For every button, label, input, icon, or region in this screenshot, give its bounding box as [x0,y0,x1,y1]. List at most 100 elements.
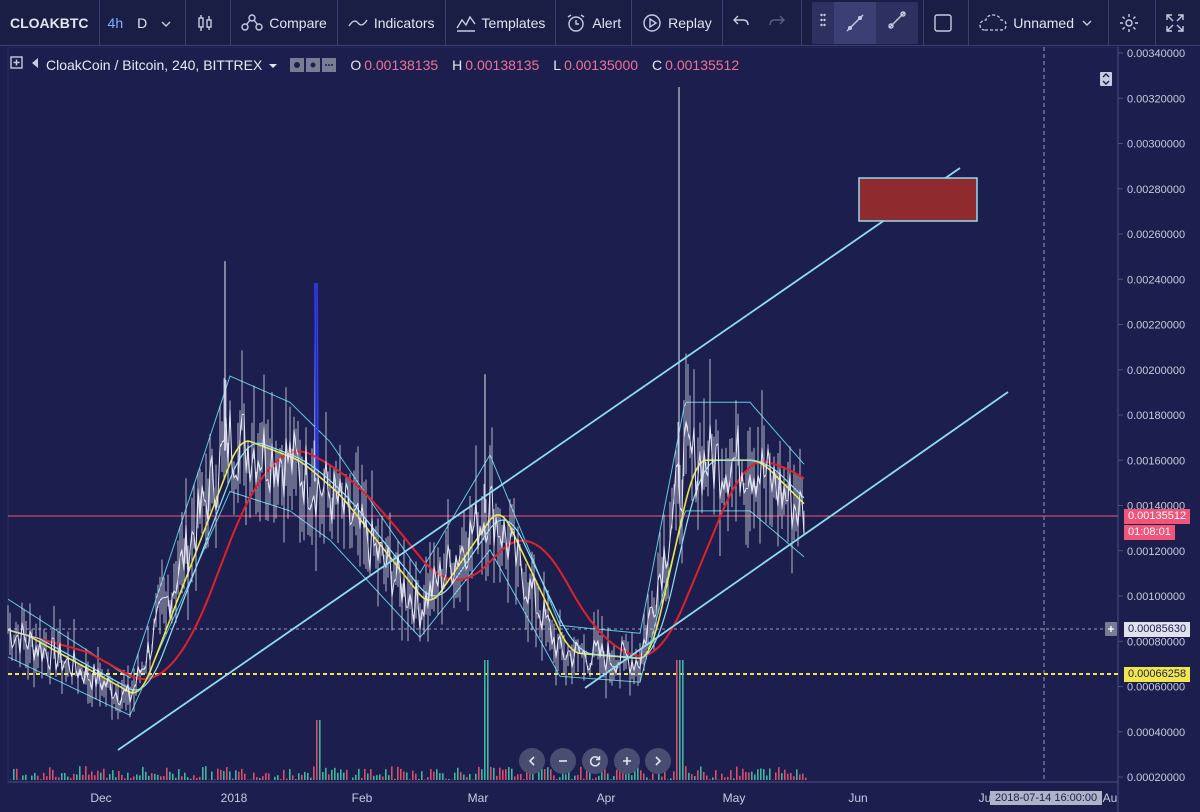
volume-bar [781,773,783,780]
scroll-right-button[interactable] [645,748,671,774]
volume-bar [649,779,651,780]
eye-icon[interactable] [290,57,337,72]
volume-bar [775,772,777,780]
volume-bar [550,769,552,780]
price-tick-label: 0.00260000 [1127,229,1185,241]
volume-bar [292,775,294,780]
volume-bar [748,772,750,780]
time-tick-label: Apr [597,791,616,805]
volume-bar [727,776,729,780]
layout-name: Unnamed [1013,14,1074,31]
price-tick-label: 0.00240000 [1127,274,1185,286]
volume-bar [469,774,471,780]
interval-d-button[interactable]: D [137,15,147,31]
volume-bar [40,779,42,780]
volume-bar [700,766,702,780]
volume-bar [373,775,375,780]
volume-bar [154,773,156,780]
replay-button[interactable]: Replay [632,0,723,46]
target-zone-rectangle[interactable] [858,177,978,222]
volume-bar [82,774,84,780]
undo-icon[interactable] [732,14,755,31]
volume-bar [547,767,549,780]
collapse-legend-icon[interactable] [10,56,24,73]
volume-bar [283,769,285,780]
zoom-in-button[interactable] [614,748,640,774]
chart-style-button[interactable] [186,0,232,46]
volume-bar [523,779,525,780]
top-toolbar: CLOAKBTC 4h D Compare Indicators Templat… [0,0,1200,46]
symbol-search[interactable]: CLOAKBTC [0,0,100,46]
ray-tool-icon[interactable] [876,9,918,36]
volume-bar [361,777,363,780]
square-icon [934,13,952,32]
volume-bar [448,778,450,780]
volume-bar [364,768,366,780]
volume-bar [802,773,804,780]
settings-button[interactable] [1109,0,1156,46]
redo-icon[interactable] [769,14,791,31]
volume-bar [151,773,153,780]
volume-bar [415,773,417,780]
ohlc-open: O 0.00138135 [350,56,439,73]
volume-bar [430,769,432,780]
volume-bar [505,769,507,780]
alert-button[interactable]: Alert [556,0,633,46]
fullscreen-button[interactable] [1156,0,1200,46]
volume-bar [136,774,138,780]
drag-handle-icon[interactable] [812,13,834,32]
volume-bar [409,779,411,780]
volume-bar [487,660,489,780]
volume-bar [757,769,759,780]
indicators-button[interactable]: Indicators [338,0,446,46]
series-title[interactable]: CloakCoin / Bitcoin, 240, BITTREX [46,57,262,73]
trend-line-tool-icon[interactable] [833,1,876,44]
compare-button[interactable]: Compare [231,0,338,46]
volume-bar [205,766,207,780]
volume-bar [55,776,57,780]
zoom-out-button[interactable] [550,748,576,774]
volume-bar [631,775,633,780]
volume-bar [517,774,519,780]
volume-bar [610,779,612,780]
volume-bar [196,777,198,780]
volume-bar [391,766,393,780]
reset-chart-button[interactable] [582,748,608,774]
volume-bar [709,779,711,780]
templates-button[interactable]: Templates [446,0,557,46]
chevron-down-icon[interactable] [268,57,278,73]
time-tick-label: Au [1103,791,1118,805]
price-tick-label: 0.00080000 [1127,636,1185,648]
volume-bar [340,769,342,780]
price-tick-label: 0.00160000 [1127,455,1185,467]
volume-bar [115,777,117,780]
price-chart[interactable]: 0.00340000 0.00320000 0.00300000 0.00280000… [0,47,1200,812]
cloud-save-button[interactable]: Unnamed [969,0,1109,46]
interval-4h-button[interactable]: 4h [108,15,124,31]
volume-bar [343,772,345,780]
last-price-label: 0.00135512 [1124,509,1191,524]
layout-select-button[interactable] [923,0,970,46]
volume-bar [286,778,288,780]
volume-bar [583,778,585,780]
ohlc-high: H 0.00138135 [452,56,540,73]
volume-bar [280,779,282,780]
volume-bar [253,772,255,780]
time-tick-label: Dec [90,791,111,805]
volume-bar [601,771,603,780]
volume-bar [31,775,33,780]
chevron-down-icon[interactable] [161,15,177,31]
scroll-left-button[interactable] [519,748,545,774]
volume-bar [685,766,687,780]
volume-bar [352,777,354,780]
volume-bar [304,771,306,780]
volume-bar [13,768,15,780]
volume-bar [118,770,120,780]
volume-bar [181,776,183,780]
volume-bar [172,773,174,780]
volume-bar [313,766,315,780]
volume-bar [466,776,468,780]
volume-bar [637,767,639,780]
volume-bar [334,767,336,780]
volume-bar [625,774,627,780]
